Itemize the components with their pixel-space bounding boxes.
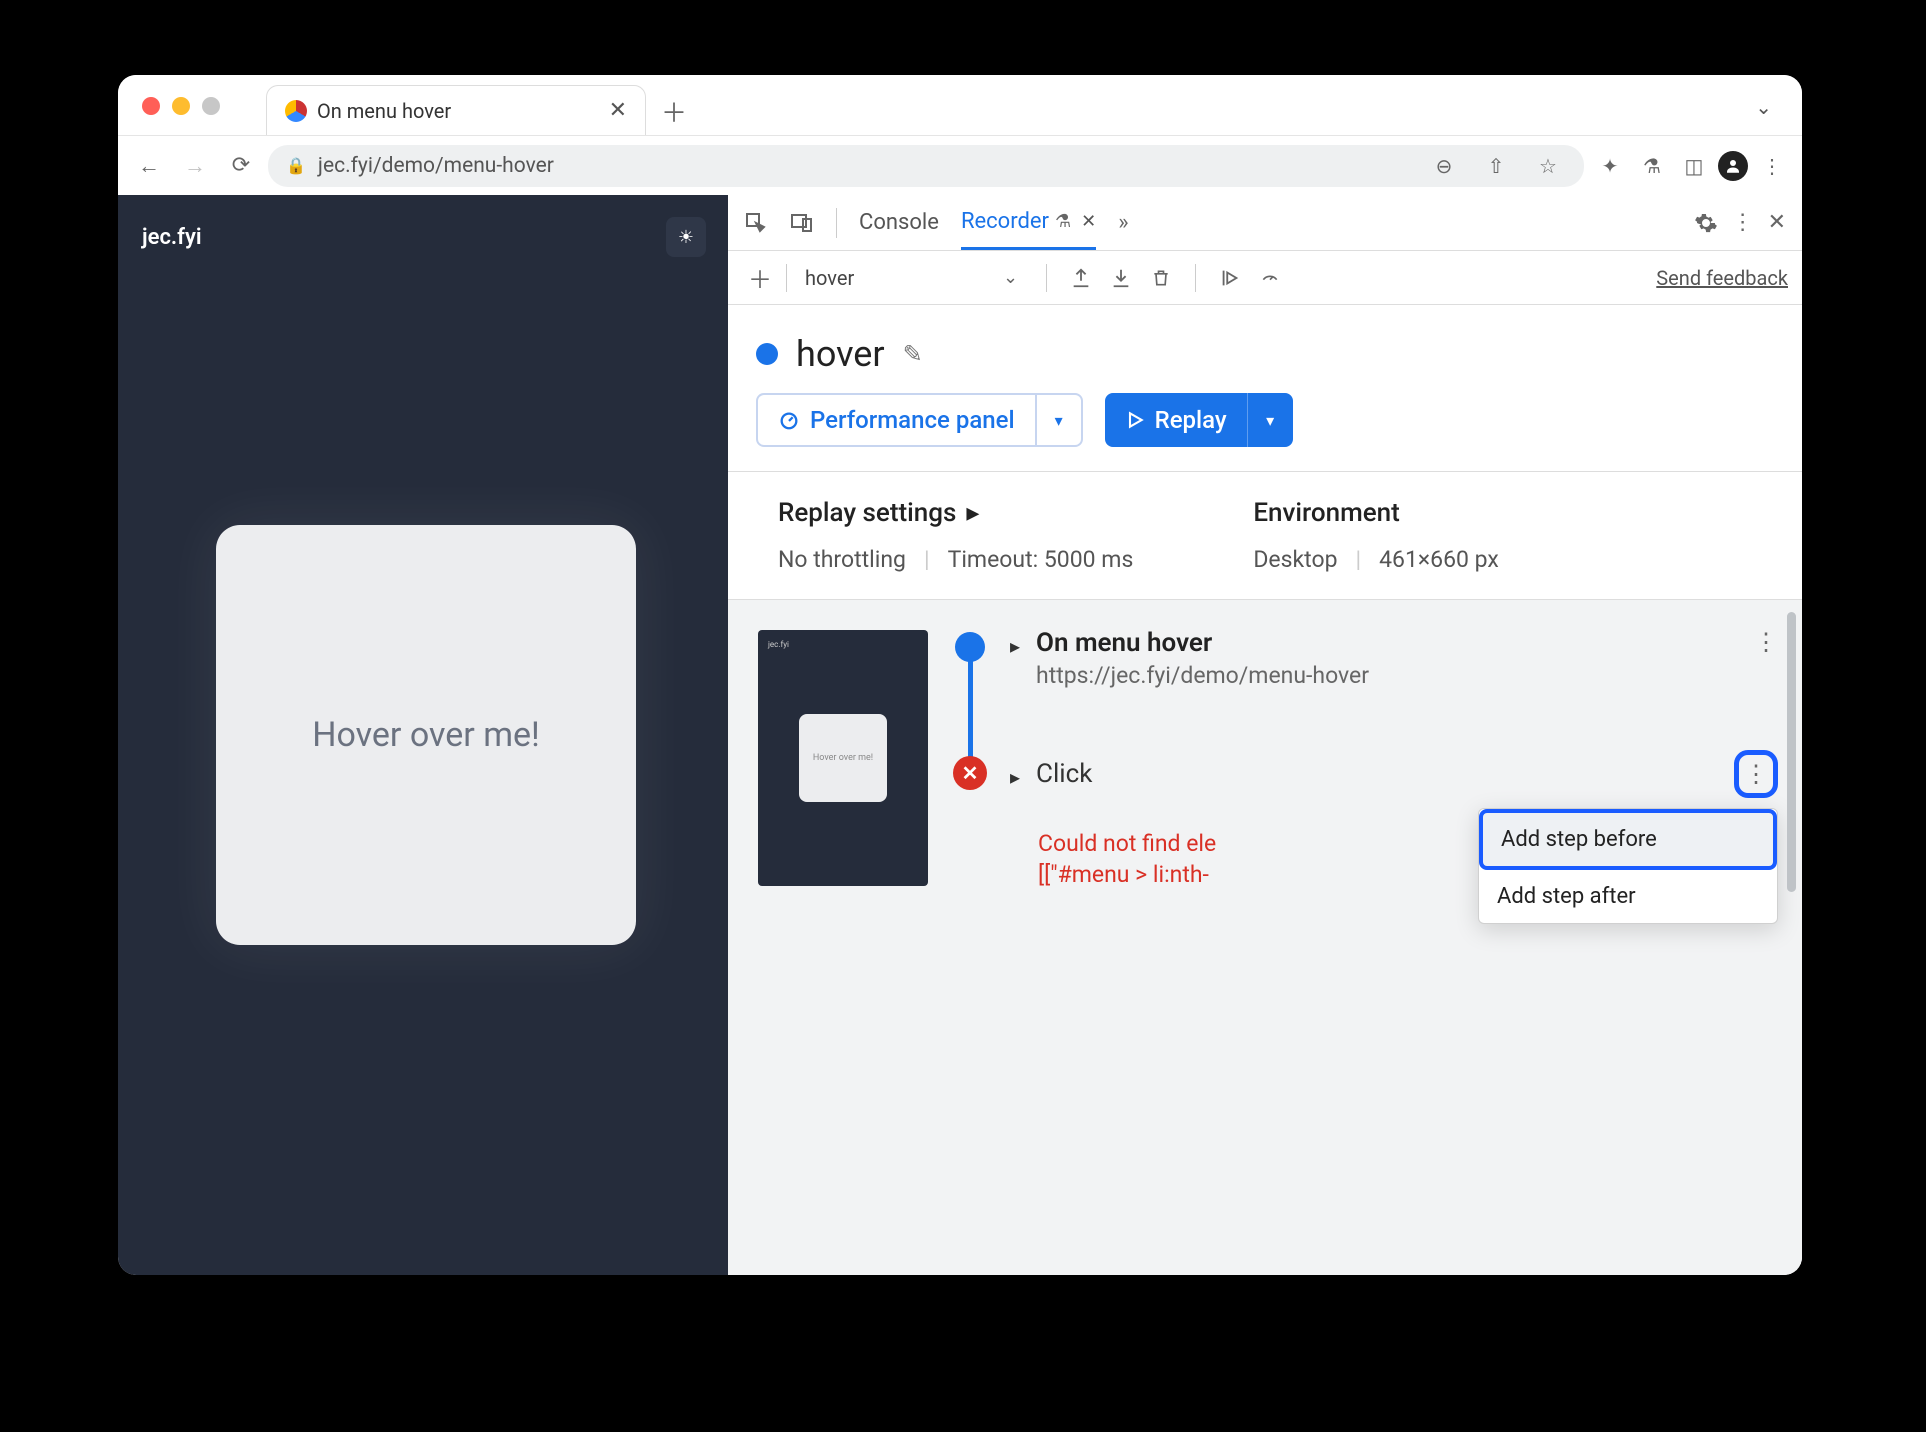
step-play-icon[interactable] [1214, 262, 1246, 294]
expand-step-icon[interactable]: ▸ [1010, 765, 1020, 789]
theme-toggle-button[interactable]: ☀ [666, 217, 706, 257]
dimensions-value: 461×660 px [1379, 546, 1499, 573]
bookmark-icon[interactable]: ☆ [1530, 148, 1566, 184]
edit-title-icon[interactable]: ✎ [903, 340, 923, 368]
close-tab-icon[interactable]: ✕ [609, 98, 627, 123]
thumb-card: Hover over me! [799, 714, 887, 802]
reload-button[interactable]: ⟳ [222, 147, 260, 185]
recording-selector[interactable]: hover [795, 262, 995, 294]
tab-console[interactable]: Console [859, 195, 939, 250]
close-devtools-icon[interactable]: ✕ [1768, 210, 1786, 235]
device-toggle-icon[interactable] [790, 211, 814, 235]
step-url: https://jec.fyi/demo/menu-hover [1036, 662, 1369, 689]
lock-icon: 🔒 [286, 156, 306, 175]
profile-avatar[interactable] [1718, 151, 1748, 181]
step-click[interactable]: ▸ Click ⋮ [1010, 750, 1778, 798]
timeline-error-icon: ✕ [953, 756, 987, 790]
recorder-actions: Performance panel ▾ Replay ▾ [728, 393, 1802, 471]
export-icon[interactable] [1065, 262, 1097, 294]
browser-menu-icon[interactable]: ⋮ [1754, 148, 1790, 184]
step-menu-icon[interactable]: ⋮ [1754, 628, 1778, 656]
import-icon[interactable] [1105, 262, 1137, 294]
context-menu: Add step before Add step after [1478, 808, 1778, 924]
performance-panel-dropdown[interactable]: ▾ [1037, 393, 1083, 447]
replay-button[interactable]: Replay ▾ [1105, 393, 1293, 447]
rendered-page: jec.fyi ☀ Hover over me! [118, 195, 728, 1275]
forward-button[interactable]: → [176, 147, 214, 185]
extensions-icon[interactable]: ✦ [1592, 148, 1628, 184]
scrollbar[interactable] [1786, 600, 1798, 1275]
new-tab-button[interactable]: ＋ [654, 91, 694, 131]
step-menu-icon-highlighted[interactable]: ⋮ [1734, 750, 1778, 798]
timeline-start-dot [955, 632, 985, 662]
new-recording-button[interactable]: ＋ [742, 260, 778, 296]
maximize-window-icon[interactable] [202, 97, 220, 115]
settings-icon[interactable] [1694, 211, 1718, 235]
step-error-text: Could not find ele [["#menu > li:nth- [1038, 828, 1216, 890]
recording-title: hover [796, 333, 885, 375]
browser-window: On menu hover ✕ ＋ ⌄ ← → ⟳ 🔒 jec.fyi/demo… [118, 75, 1802, 1275]
performance-panel-button[interactable]: Performance panel ▾ [756, 393, 1083, 447]
replay-dropdown[interactable]: ▾ [1247, 393, 1293, 447]
device-value: Desktop [1253, 546, 1337, 573]
labs-icon[interactable]: ⚗ [1634, 148, 1670, 184]
devtools-panel: Console Recorder ⚗ ✕ » ⋮ ✕ ＋ [728, 195, 1802, 1275]
replay-settings-heading[interactable]: Replay settings ▸ [778, 498, 1133, 528]
chevron-down-icon[interactable]: ⌄ [1003, 267, 1018, 288]
step-name: Click [1036, 759, 1092, 789]
url-text: jec.fyi/demo/menu-hover [318, 154, 554, 178]
devtools-menu-icon[interactable]: ⋮ [1732, 210, 1754, 235]
environment-heading: Environment [1253, 498, 1498, 528]
tab-recorder[interactable]: Recorder ⚗ ✕ [961, 195, 1096, 250]
breakpoint-icon[interactable] [1254, 262, 1286, 294]
delete-icon[interactable] [1145, 262, 1177, 294]
expand-step-icon[interactable]: ▸ [1010, 634, 1020, 658]
steps-panel: jec.fyi Hover over me! ✕ ▸ On menu hover… [728, 599, 1802, 1275]
content-area: jec.fyi ☀ Hover over me! Console [118, 195, 1802, 1275]
send-feedback-link[interactable]: Send feedback [1656, 266, 1788, 290]
tab-strip: On menu hover ✕ ＋ ⌄ [118, 75, 1802, 135]
tabs-overflow-icon[interactable]: ⌄ [1755, 95, 1772, 119]
browser-tab[interactable]: On menu hover ✕ [266, 85, 646, 135]
sidepanel-icon[interactable]: ◫ [1676, 148, 1712, 184]
tab-title: On menu hover [317, 99, 599, 123]
share-icon[interactable]: ⇧ [1478, 148, 1514, 184]
devtools-tabs: Console Recorder ⚗ ✕ » ⋮ ✕ [728, 195, 1802, 251]
toolbar-right: ✦ ⚗ ◫ ⋮ [1592, 148, 1790, 184]
browser-toolbar: ← → ⟳ 🔒 jec.fyi/demo/menu-hover ⊖ ⇧ ☆ ✦ … [118, 135, 1802, 195]
timeout-value: Timeout: 5000 ms [948, 546, 1134, 573]
step-navigate[interactable]: ▸ On menu hover https://jec.fyi/demo/men… [1010, 628, 1778, 689]
hover-card[interactable]: Hover over me! [216, 525, 636, 945]
minimize-window-icon[interactable] [172, 97, 190, 115]
back-button[interactable]: ← [130, 147, 168, 185]
recorder-settings: Replay settings ▸ No throttling | Timeou… [728, 471, 1802, 599]
close-window-icon[interactable] [142, 97, 160, 115]
inspect-icon[interactable] [744, 211, 768, 235]
scrollbar-thumb[interactable] [1787, 612, 1796, 892]
caret-right-icon: ▸ [966, 498, 979, 528]
window-controls [142, 97, 220, 115]
step-title: On menu hover [1036, 628, 1369, 658]
recording-title-row: hover ✎ [728, 305, 1802, 393]
close-panel-icon[interactable]: ✕ [1081, 211, 1096, 232]
site-title: jec.fyi [142, 225, 202, 250]
recorder-toolbar: ＋ hover ⌄ [728, 251, 1802, 305]
zoom-icon[interactable]: ⊖ [1426, 148, 1462, 184]
menu-add-step-before[interactable]: Add step before [1479, 809, 1777, 870]
recording-status-dot [756, 343, 778, 365]
thumb-site-title: jec.fyi [768, 640, 789, 649]
favicon-icon [285, 100, 307, 122]
more-tabs-icon[interactable]: » [1118, 210, 1128, 235]
step-thumbnail: jec.fyi Hover over me! [758, 630, 928, 886]
flask-icon: ⚗ [1055, 211, 1071, 232]
menu-add-step-after[interactable]: Add step after [1479, 870, 1777, 923]
address-bar[interactable]: 🔒 jec.fyi/demo/menu-hover ⊖ ⇧ ☆ [268, 145, 1584, 187]
hover-card-text: Hover over me! [312, 715, 540, 755]
throttling-value: No throttling [778, 546, 906, 573]
